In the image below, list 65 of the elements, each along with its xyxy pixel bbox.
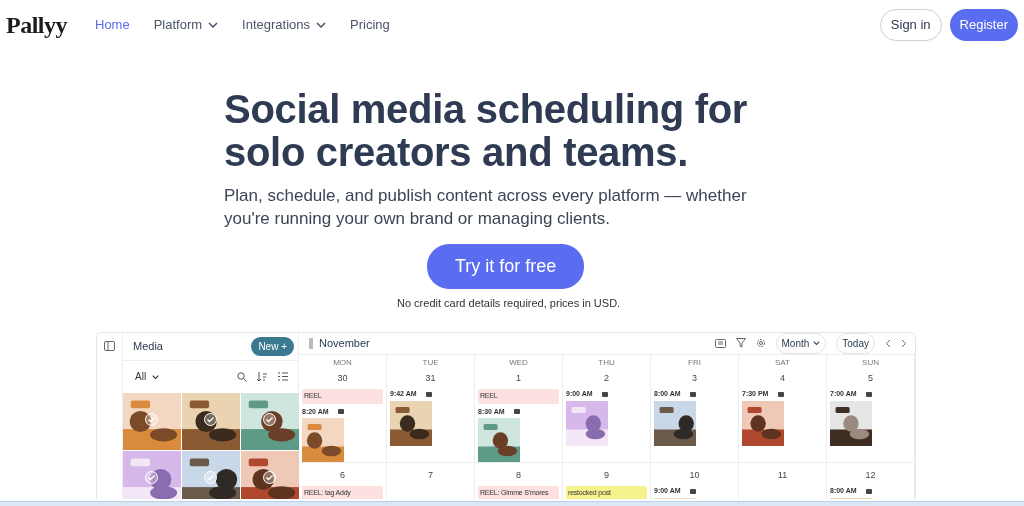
date-number: 4 <box>779 371 786 385</box>
list-view-icon[interactable] <box>714 338 726 348</box>
register-button[interactable]: Register <box>949 9 1018 41</box>
sidebar-toggle-icon[interactable] <box>104 340 115 351</box>
check-icon[interactable] <box>145 470 158 484</box>
caret-icon <box>813 340 821 346</box>
check-icon[interactable] <box>263 412 276 426</box>
drag-handle-icon[interactable] <box>309 337 313 349</box>
panel-title: Media <box>133 338 163 354</box>
previous-icon[interactable] <box>885 338 891 348</box>
sort-icon[interactable] <box>257 371 268 382</box>
filter-icon[interactable] <box>735 338 746 348</box>
weekday-label: FRI <box>687 356 702 369</box>
date-number: 10 <box>688 468 701 482</box>
image-icon <box>426 391 432 397</box>
date-number: 3 <box>691 371 698 385</box>
image-icon <box>866 391 872 397</box>
nav-link[interactable]: Pricing <box>350 15 390 35</box>
image-icon <box>602 391 608 397</box>
date-number: 1 <box>515 371 522 385</box>
date-number: 6 <box>339 468 346 482</box>
date-number: 11 <box>776 468 789 482</box>
check-icon[interactable] <box>263 470 276 484</box>
date-number: 9 <box>603 468 610 482</box>
check-icon[interactable] <box>204 412 217 426</box>
check-icon[interactable] <box>145 412 158 426</box>
settings-icon[interactable] <box>755 338 766 348</box>
weekday-label: SUN <box>861 356 880 369</box>
date-number: 12 <box>864 468 877 482</box>
date-number: 30 <box>336 371 349 385</box>
weekday-label: MON <box>332 356 353 369</box>
date-number: 2 <box>603 371 610 385</box>
caret-icon <box>152 373 160 380</box>
image-icon <box>338 409 344 415</box>
cta-button[interactable]: Try it for free <box>427 244 585 289</box>
date-number: 31 <box>424 371 437 385</box>
weekday-label: SAT <box>774 356 791 369</box>
hero-heading: Social media scheduling for solo creators and teams. <box>224 88 749 174</box>
image-icon <box>690 488 696 494</box>
weekday-label: THU <box>597 356 616 369</box>
filter-dropdown[interactable]: All <box>135 369 160 384</box>
new-button[interactable]: New + <box>251 336 294 356</box>
logo[interactable]: Pallyy <box>6 7 67 43</box>
list-icon[interactable] <box>278 372 288 381</box>
weekday-label: WED <box>508 356 529 369</box>
date-number: 7 <box>427 468 434 482</box>
weekday-label: TUE <box>421 356 440 369</box>
nav-link[interactable]: Platform <box>153 15 219 35</box>
image-icon <box>690 391 696 397</box>
note-text: No credit card details required, prices in USD. <box>397 296 621 311</box>
next-icon[interactable] <box>901 338 907 348</box>
date-number: 5 <box>867 371 874 385</box>
nav-link[interactable]: Home <box>95 15 130 35</box>
nav-link[interactable]: Integrations <box>242 15 327 35</box>
image-icon <box>778 391 784 397</box>
date-number: 8 <box>515 468 522 482</box>
view-dropdown[interactable]: Month <box>775 332 827 354</box>
check-icon[interactable] <box>204 470 217 484</box>
search-icon[interactable] <box>237 371 247 382</box>
month-title: November <box>319 335 370 351</box>
image-icon <box>866 488 872 494</box>
hero-subtitle: Plan, schedule, and publish content across every platform — whether you're running your own brand or managing clients. <box>224 185 748 230</box>
today-button[interactable]: Today <box>836 332 875 354</box>
sign-in-button[interactable]: Sign in <box>879 9 942 41</box>
image-icon <box>514 409 520 415</box>
